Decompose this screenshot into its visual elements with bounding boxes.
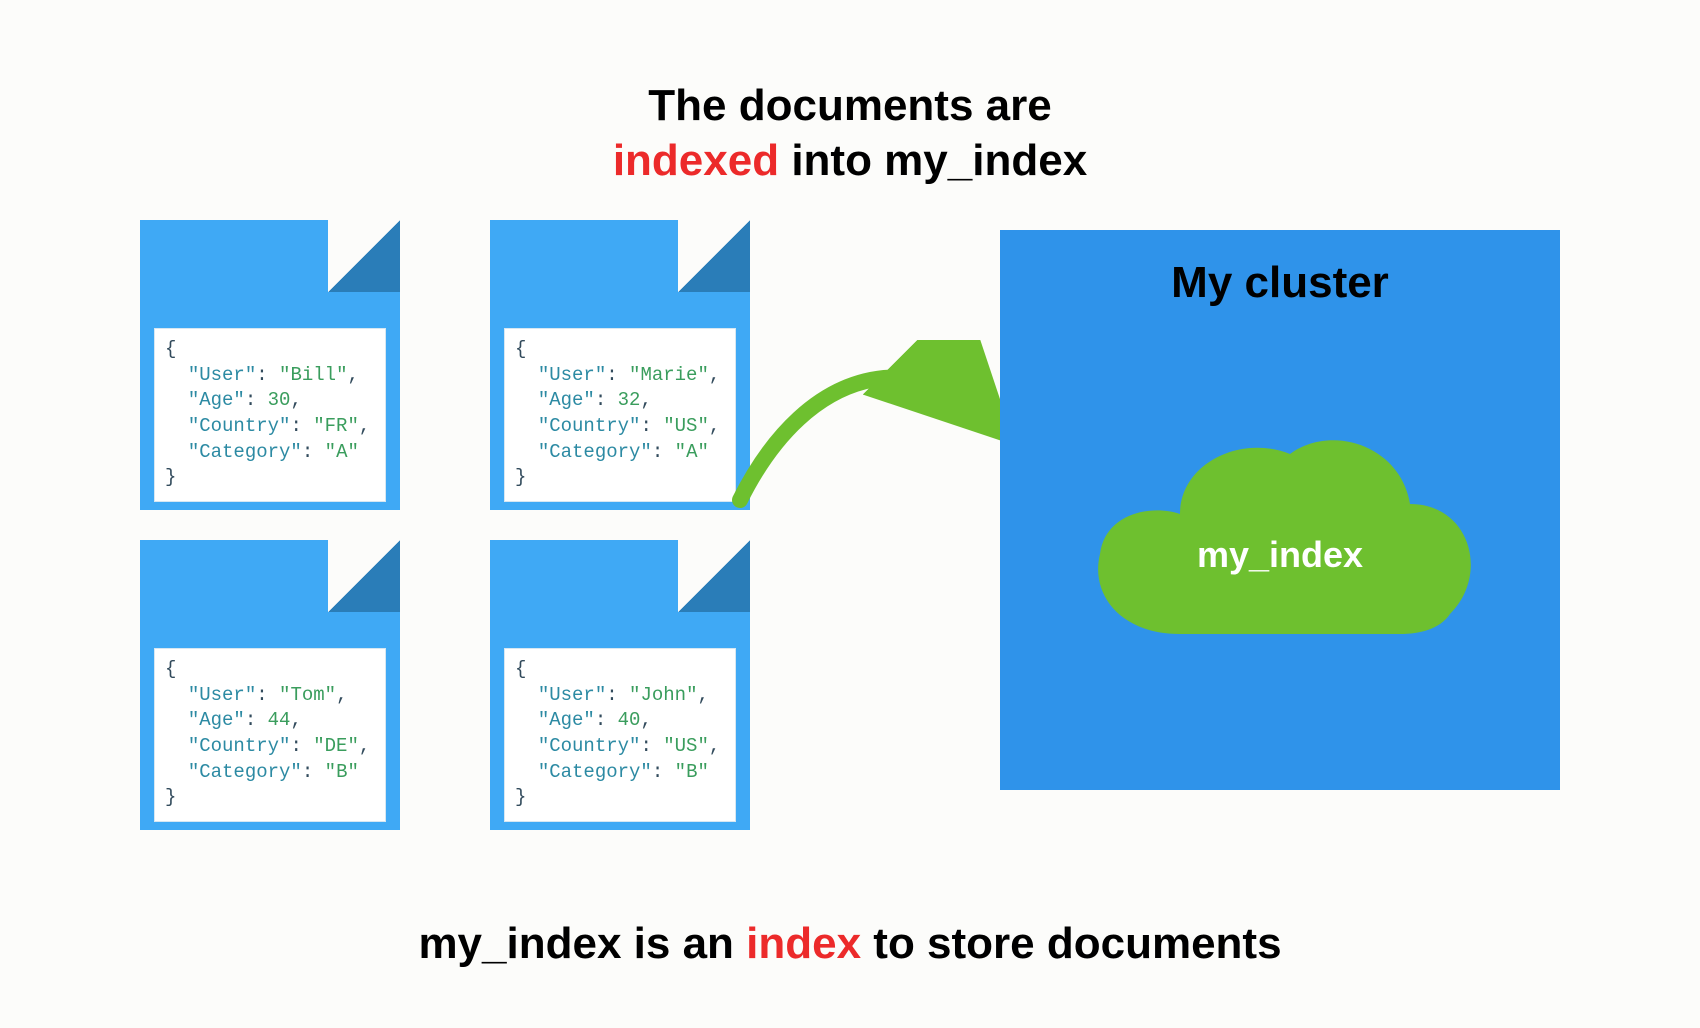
document-json: { "User": "Marie", "Age": 32, "Country":…	[504, 328, 736, 502]
document-json: { "User": "John", "Age": 40, "Country": …	[504, 648, 736, 822]
heading-top: The documents are indexed into my_index	[613, 78, 1087, 188]
heading-bottom-post: to store documents	[861, 919, 1282, 968]
heading-bottom-highlight: index	[746, 919, 861, 968]
document-json: { "User": "Bill", "Age": 30, "Country": …	[154, 328, 386, 502]
heading-top-line1: The documents are	[613, 78, 1087, 133]
page-fold-icon	[328, 540, 400, 612]
documents-grid: { "User": "Bill", "Age": 30, "Country": …	[140, 220, 820, 830]
heading-bottom-pre: my_index is an	[418, 919, 746, 968]
heading-top-highlight: indexed	[613, 136, 779, 185]
cluster-box: My cluster my_index	[1000, 230, 1560, 790]
document-card: { "User": "Bill", "Age": 30, "Country": …	[140, 220, 400, 510]
heading-top-line2: indexed into my_index	[613, 133, 1087, 188]
document-card: { "User": "Marie", "Age": 32, "Country":…	[490, 220, 750, 510]
heading-top-rest: into my_index	[779, 136, 1087, 185]
heading-bottom: my_index is an index to store documents	[418, 916, 1281, 971]
page-fold-icon	[678, 540, 750, 612]
cluster-title: My cluster	[1000, 258, 1560, 308]
cloud-label: my_index	[1197, 534, 1363, 576]
document-json: { "User": "Tom", "Age": 44, "Country": "…	[154, 648, 386, 822]
document-card: { "User": "Tom", "Age": 44, "Country": "…	[140, 540, 400, 830]
document-card: { "User": "John", "Age": 40, "Country": …	[490, 540, 750, 830]
page-fold-icon	[678, 220, 750, 292]
page-fold-icon	[328, 220, 400, 292]
